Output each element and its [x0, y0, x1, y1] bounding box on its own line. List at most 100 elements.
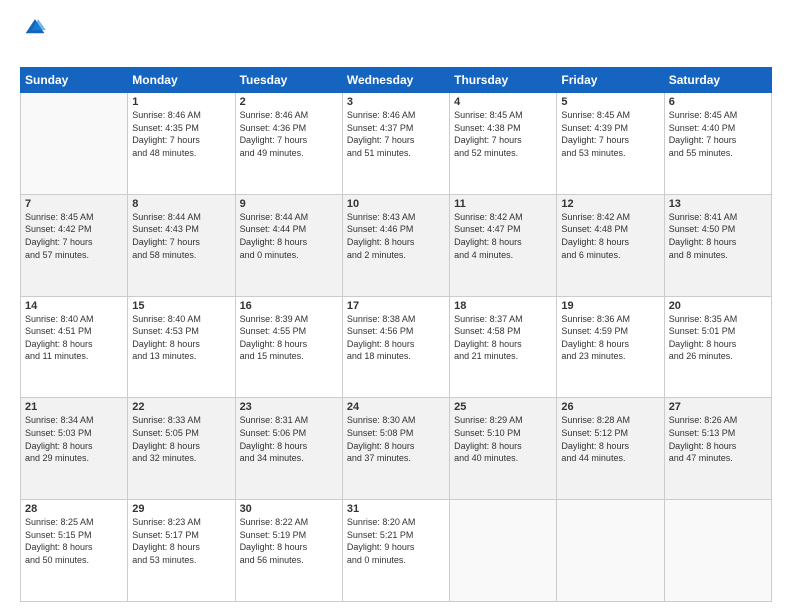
header-sunday: Sunday: [21, 68, 128, 93]
day-info: Sunrise: 8:46 AMSunset: 4:37 PMDaylight:…: [347, 109, 445, 159]
day-number: 18: [454, 300, 552, 312]
day-number: 22: [132, 401, 230, 413]
day-number: 5: [561, 96, 659, 108]
calendar-cell: 20Sunrise: 8:35 AMSunset: 5:01 PMDayligh…: [664, 296, 771, 398]
day-info: Sunrise: 8:37 AMSunset: 4:58 PMDaylight:…: [454, 313, 552, 363]
calendar-cell: 4Sunrise: 8:45 AMSunset: 4:38 PMDaylight…: [450, 93, 557, 195]
day-info: Sunrise: 8:45 AMSunset: 4:39 PMDaylight:…: [561, 109, 659, 159]
calendar-cell: 15Sunrise: 8:40 AMSunset: 4:53 PMDayligh…: [128, 296, 235, 398]
calendar-cell: 5Sunrise: 8:45 AMSunset: 4:39 PMDaylight…: [557, 93, 664, 195]
calendar-cell: [450, 500, 557, 602]
calendar-cell: 19Sunrise: 8:36 AMSunset: 4:59 PMDayligh…: [557, 296, 664, 398]
day-info: Sunrise: 8:35 AMSunset: 5:01 PMDaylight:…: [669, 313, 767, 363]
day-number: 4: [454, 96, 552, 108]
day-number: 16: [240, 300, 338, 312]
day-info: Sunrise: 8:46 AMSunset: 4:35 PMDaylight:…: [132, 109, 230, 159]
day-number: 30: [240, 503, 338, 515]
day-info: Sunrise: 8:45 AMSunset: 4:38 PMDaylight:…: [454, 109, 552, 159]
calendar-cell: [21, 93, 128, 195]
day-number: 6: [669, 96, 767, 108]
calendar-cell: [664, 500, 771, 602]
calendar-cell: 28Sunrise: 8:25 AMSunset: 5:15 PMDayligh…: [21, 500, 128, 602]
day-info: Sunrise: 8:23 AMSunset: 5:17 PMDaylight:…: [132, 516, 230, 566]
header-thursday: Thursday: [450, 68, 557, 93]
day-number: 19: [561, 300, 659, 312]
calendar-cell: 1Sunrise: 8:46 AMSunset: 4:35 PMDaylight…: [128, 93, 235, 195]
logo-icon: [24, 16, 46, 38]
day-number: 20: [669, 300, 767, 312]
day-info: Sunrise: 8:29 AMSunset: 5:10 PMDaylight:…: [454, 414, 552, 464]
calendar-week-row: 7Sunrise: 8:45 AMSunset: 4:42 PMDaylight…: [21, 194, 772, 296]
header-tuesday: Tuesday: [235, 68, 342, 93]
calendar-cell: 18Sunrise: 8:37 AMSunset: 4:58 PMDayligh…: [450, 296, 557, 398]
calendar-week-row: 21Sunrise: 8:34 AMSunset: 5:03 PMDayligh…: [21, 398, 772, 500]
day-number: 31: [347, 503, 445, 515]
calendar-cell: 29Sunrise: 8:23 AMSunset: 5:17 PMDayligh…: [128, 500, 235, 602]
day-info: Sunrise: 8:42 AMSunset: 4:47 PMDaylight:…: [454, 211, 552, 261]
day-number: 8: [132, 198, 230, 210]
day-info: Sunrise: 8:45 AMSunset: 4:40 PMDaylight:…: [669, 109, 767, 159]
calendar-cell: 6Sunrise: 8:45 AMSunset: 4:40 PMDaylight…: [664, 93, 771, 195]
day-info: Sunrise: 8:39 AMSunset: 4:55 PMDaylight:…: [240, 313, 338, 363]
day-info: Sunrise: 8:43 AMSunset: 4:46 PMDaylight:…: [347, 211, 445, 261]
calendar-cell: 7Sunrise: 8:45 AMSunset: 4:42 PMDaylight…: [21, 194, 128, 296]
page: SundayMondayTuesdayWednesdayThursdayFrid…: [0, 0, 792, 612]
day-info: Sunrise: 8:36 AMSunset: 4:59 PMDaylight:…: [561, 313, 659, 363]
day-info: Sunrise: 8:20 AMSunset: 5:21 PMDaylight:…: [347, 516, 445, 566]
calendar-cell: 3Sunrise: 8:46 AMSunset: 4:37 PMDaylight…: [342, 93, 449, 195]
day-info: Sunrise: 8:33 AMSunset: 5:05 PMDaylight:…: [132, 414, 230, 464]
calendar-cell: 13Sunrise: 8:41 AMSunset: 4:50 PMDayligh…: [664, 194, 771, 296]
day-info: Sunrise: 8:34 AMSunset: 5:03 PMDaylight:…: [25, 414, 123, 464]
header-saturday: Saturday: [664, 68, 771, 93]
logo: [20, 16, 46, 59]
calendar-cell: 9Sunrise: 8:44 AMSunset: 4:44 PMDaylight…: [235, 194, 342, 296]
calendar-cell: 14Sunrise: 8:40 AMSunset: 4:51 PMDayligh…: [21, 296, 128, 398]
day-number: 24: [347, 401, 445, 413]
day-info: Sunrise: 8:44 AMSunset: 4:43 PMDaylight:…: [132, 211, 230, 261]
calendar-header-row: SundayMondayTuesdayWednesdayThursdayFrid…: [21, 68, 772, 93]
day-info: Sunrise: 8:26 AMSunset: 5:13 PMDaylight:…: [669, 414, 767, 464]
calendar-cell: 17Sunrise: 8:38 AMSunset: 4:56 PMDayligh…: [342, 296, 449, 398]
calendar-table: SundayMondayTuesdayWednesdayThursdayFrid…: [20, 67, 772, 602]
calendar-cell: 26Sunrise: 8:28 AMSunset: 5:12 PMDayligh…: [557, 398, 664, 500]
day-number: 15: [132, 300, 230, 312]
day-info: Sunrise: 8:38 AMSunset: 4:56 PMDaylight:…: [347, 313, 445, 363]
day-number: 21: [25, 401, 123, 413]
header-monday: Monday: [128, 68, 235, 93]
header: [20, 16, 772, 59]
day-number: 17: [347, 300, 445, 312]
header-friday: Friday: [557, 68, 664, 93]
header-wednesday: Wednesday: [342, 68, 449, 93]
calendar-cell: 30Sunrise: 8:22 AMSunset: 5:19 PMDayligh…: [235, 500, 342, 602]
day-info: Sunrise: 8:46 AMSunset: 4:36 PMDaylight:…: [240, 109, 338, 159]
day-number: 7: [25, 198, 123, 210]
day-number: 23: [240, 401, 338, 413]
calendar-cell: 12Sunrise: 8:42 AMSunset: 4:48 PMDayligh…: [557, 194, 664, 296]
day-info: Sunrise: 8:40 AMSunset: 4:53 PMDaylight:…: [132, 313, 230, 363]
day-info: Sunrise: 8:28 AMSunset: 5:12 PMDaylight:…: [561, 414, 659, 464]
day-number: 27: [669, 401, 767, 413]
calendar-cell: 22Sunrise: 8:33 AMSunset: 5:05 PMDayligh…: [128, 398, 235, 500]
day-number: 13: [669, 198, 767, 210]
day-number: 25: [454, 401, 552, 413]
day-info: Sunrise: 8:44 AMSunset: 4:44 PMDaylight:…: [240, 211, 338, 261]
calendar-week-row: 14Sunrise: 8:40 AMSunset: 4:51 PMDayligh…: [21, 296, 772, 398]
calendar-cell: 8Sunrise: 8:44 AMSunset: 4:43 PMDaylight…: [128, 194, 235, 296]
day-info: Sunrise: 8:40 AMSunset: 4:51 PMDaylight:…: [25, 313, 123, 363]
calendar-cell: 10Sunrise: 8:43 AMSunset: 4:46 PMDayligh…: [342, 194, 449, 296]
day-info: Sunrise: 8:30 AMSunset: 5:08 PMDaylight:…: [347, 414, 445, 464]
calendar-cell: 11Sunrise: 8:42 AMSunset: 4:47 PMDayligh…: [450, 194, 557, 296]
calendar-week-row: 28Sunrise: 8:25 AMSunset: 5:15 PMDayligh…: [21, 500, 772, 602]
day-number: 14: [25, 300, 123, 312]
day-number: 3: [347, 96, 445, 108]
day-number: 1: [132, 96, 230, 108]
day-number: 29: [132, 503, 230, 515]
day-number: 28: [25, 503, 123, 515]
calendar-cell: 23Sunrise: 8:31 AMSunset: 5:06 PMDayligh…: [235, 398, 342, 500]
calendar-cell: 16Sunrise: 8:39 AMSunset: 4:55 PMDayligh…: [235, 296, 342, 398]
day-info: Sunrise: 8:45 AMSunset: 4:42 PMDaylight:…: [25, 211, 123, 261]
day-number: 12: [561, 198, 659, 210]
calendar-cell: 24Sunrise: 8:30 AMSunset: 5:08 PMDayligh…: [342, 398, 449, 500]
calendar-cell: 21Sunrise: 8:34 AMSunset: 5:03 PMDayligh…: [21, 398, 128, 500]
day-info: Sunrise: 8:25 AMSunset: 5:15 PMDaylight:…: [25, 516, 123, 566]
